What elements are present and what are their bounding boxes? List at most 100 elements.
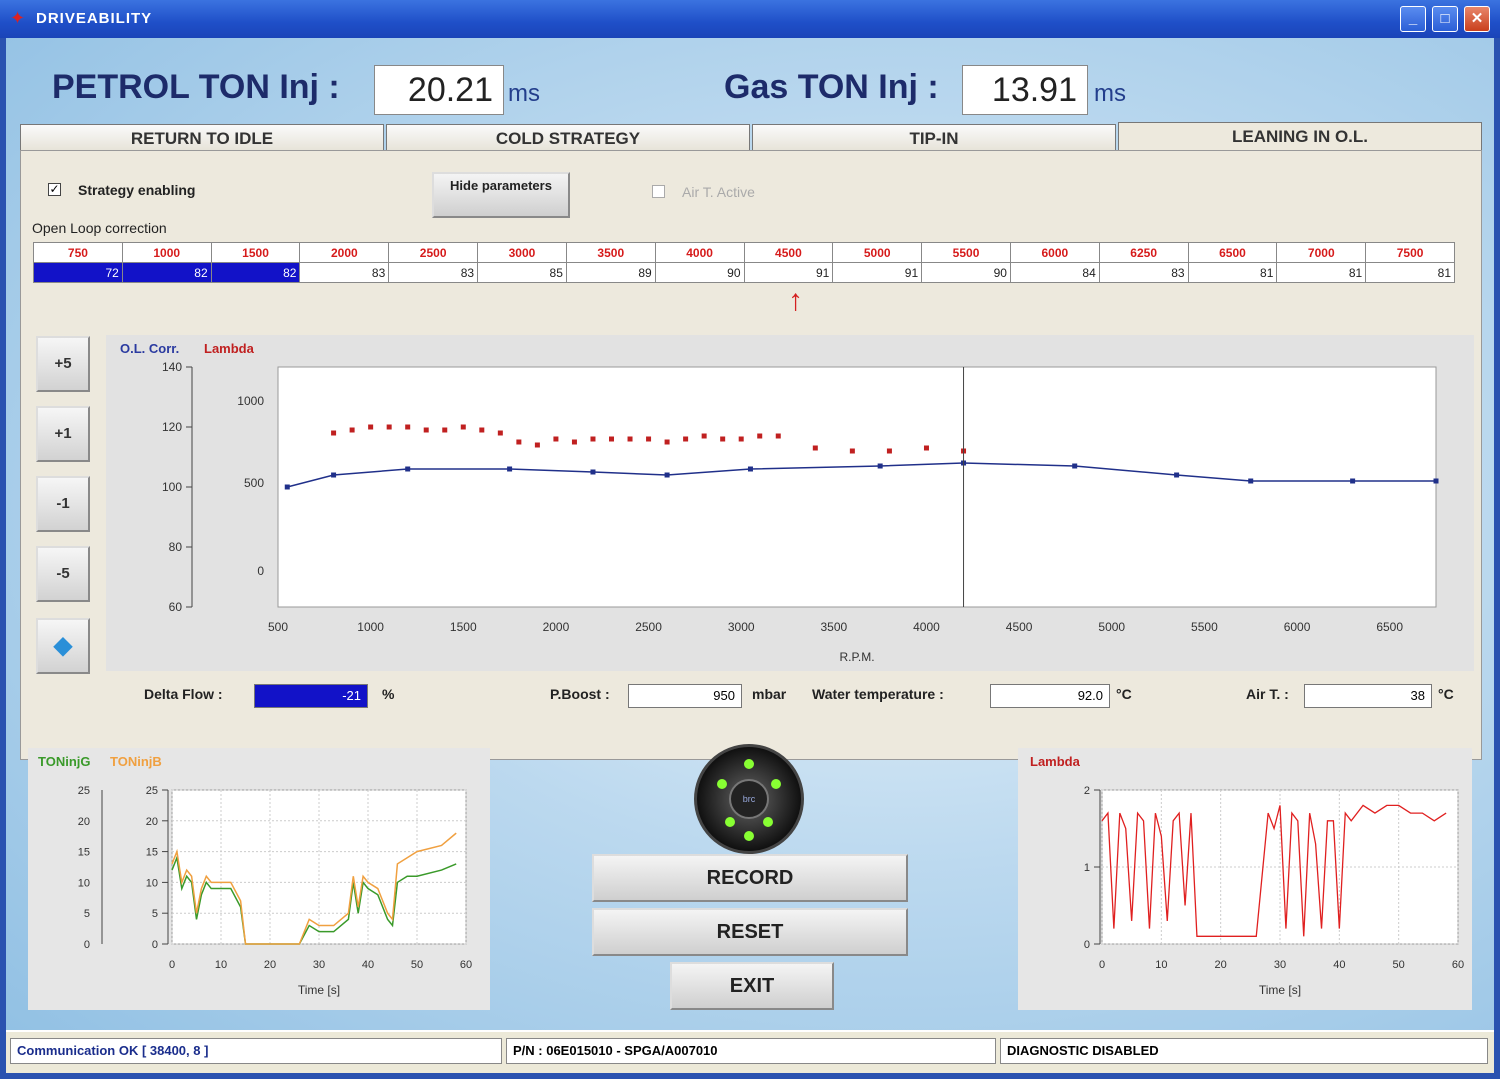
correction-cell[interactable]: 91 bbox=[743, 262, 834, 283]
legend-toninjb: TONinjB bbox=[110, 754, 162, 769]
y-tick-label: 20 bbox=[146, 816, 158, 828]
rpm-header-cell: 4500 bbox=[743, 242, 834, 263]
data-point bbox=[405, 466, 411, 472]
data-point bbox=[284, 484, 290, 490]
water-temp-label: Water temperature : bbox=[812, 686, 944, 702]
data-point bbox=[1174, 472, 1180, 478]
correction-cell[interactable]: 81 bbox=[1365, 262, 1455, 283]
data-point bbox=[757, 433, 763, 439]
status-communication: Communication OK [ 38400, 8 ] bbox=[10, 1038, 502, 1064]
minus1-button[interactable]: -1 bbox=[36, 476, 90, 532]
x-tick-label: 1000 bbox=[357, 620, 384, 634]
plus1-button[interactable]: +1 bbox=[36, 406, 90, 462]
reset-button[interactable]: RESET bbox=[592, 908, 908, 956]
data-point bbox=[747, 466, 753, 472]
inner-y-tick-label: 1000 bbox=[237, 394, 264, 408]
x-tick-label: 50 bbox=[1393, 959, 1405, 971]
inner-y-tick-label: 0 bbox=[257, 564, 264, 578]
data-point bbox=[923, 445, 929, 451]
correction-cell[interactable]: 82 bbox=[210, 262, 301, 283]
rpm-header-cell: 2500 bbox=[388, 242, 479, 263]
exit-button[interactable]: EXIT bbox=[670, 962, 834, 1010]
data-point bbox=[571, 439, 577, 445]
data-point bbox=[775, 433, 781, 439]
x-axis-label: Time [s] bbox=[298, 983, 340, 997]
ton-inj-chart: 0 10 20 30 40 50 600510152025TONinjG TONinjBTim… bbox=[38, 754, 472, 997]
x-tick-label: 10 bbox=[1155, 959, 1167, 971]
air-active-checkbox[interactable] bbox=[652, 185, 665, 198]
x-tick-label: 30 bbox=[313, 959, 325, 971]
status-diagnostic: DIAGNOSTIC DISABLED bbox=[1000, 1038, 1488, 1064]
x-tick-label: 4000 bbox=[913, 620, 940, 634]
correction-cell[interactable]: 91 bbox=[832, 262, 923, 283]
correction-cell[interactable]: 72 bbox=[33, 262, 123, 283]
y-tick-label: 80 bbox=[169, 540, 183, 554]
data-point bbox=[720, 436, 726, 442]
x-axis-label: R.P.M. bbox=[839, 650, 874, 664]
x-tick-label: 40 bbox=[1333, 959, 1345, 971]
x-tick-label: 60 bbox=[1452, 959, 1464, 971]
status-part-number: P/N : 06E015010 - SPGA/A007010 bbox=[506, 1038, 996, 1064]
secondary-y-tick-label: 25 bbox=[78, 785, 90, 797]
correction-cell[interactable]: 83 bbox=[1098, 262, 1189, 283]
main-window: PETROL TON Inj : 20.21 ms Gas TON Inj : … bbox=[6, 38, 1494, 1073]
status-bar: Communication OK [ 38400, 8 ] P/N : 06E0… bbox=[6, 1030, 1494, 1073]
correction-cell[interactable]: 83 bbox=[299, 262, 390, 283]
strategy-enabling-checkbox[interactable]: ✓ bbox=[48, 183, 61, 196]
air-active-label: Air T. Active bbox=[682, 184, 755, 200]
legend-toninjg: TONinjG bbox=[38, 754, 90, 769]
eraser-icon[interactable]: ◆ bbox=[36, 618, 90, 674]
y-tick-label: 0 bbox=[1084, 939, 1090, 951]
correction-cell[interactable]: 81 bbox=[1276, 262, 1367, 283]
x-tick-label: 50 bbox=[411, 959, 423, 971]
data-point bbox=[349, 427, 355, 433]
hide-parameters-button[interactable]: Hide parameters bbox=[432, 172, 570, 218]
data-point bbox=[368, 424, 374, 430]
data-point bbox=[849, 448, 855, 454]
water-temp-value: 92.0 bbox=[990, 684, 1110, 708]
maximize-button[interactable]: □ bbox=[1432, 6, 1458, 32]
secondary-y-tick-label: 0 bbox=[84, 939, 90, 951]
correction-cell[interactable]: 83 bbox=[388, 262, 479, 283]
data-point bbox=[1248, 478, 1254, 484]
app-logo-icon: ✦ bbox=[10, 8, 26, 28]
correction-cell[interactable]: 89 bbox=[565, 262, 656, 283]
y-tick-label: 120 bbox=[162, 420, 182, 434]
air-temp-value: 38 bbox=[1304, 684, 1432, 708]
minimize-button[interactable]: _ bbox=[1400, 6, 1426, 32]
data-point bbox=[534, 442, 540, 448]
correction-cell[interactable]: 84 bbox=[1009, 262, 1100, 283]
pboost-label: P.Boost : bbox=[550, 686, 610, 702]
correction-cell[interactable]: 90 bbox=[921, 262, 1011, 283]
x-tick-label: 10 bbox=[215, 959, 227, 971]
legend-lambda: Lambda bbox=[204, 341, 255, 356]
correction-cell[interactable]: 90 bbox=[654, 262, 745, 283]
delta-flow-label: Delta Flow : bbox=[144, 686, 223, 702]
inner-y-tick-label: 500 bbox=[244, 476, 264, 490]
open-loop-label: Open Loop correction bbox=[32, 220, 167, 236]
plus5-button[interactable]: +5 bbox=[36, 336, 90, 392]
data-point bbox=[627, 436, 633, 442]
plot-area bbox=[277, 366, 1437, 608]
rpm-header-cell: 4000 bbox=[654, 242, 745, 263]
close-button[interactable]: ✕ bbox=[1464, 6, 1490, 32]
data-point bbox=[423, 427, 429, 433]
data-point bbox=[683, 436, 689, 442]
rpm-header-cell: 7000 bbox=[1276, 242, 1367, 263]
data-point bbox=[886, 448, 892, 454]
data-point bbox=[386, 424, 392, 430]
data-point bbox=[331, 472, 337, 478]
data-point bbox=[479, 427, 485, 433]
record-button[interactable]: RECORD bbox=[592, 854, 908, 902]
minus5-button[interactable]: -5 bbox=[36, 546, 90, 602]
legend-ol-corr: O.L. Corr. bbox=[120, 341, 179, 356]
rpm-header-cell: 2000 bbox=[299, 242, 390, 263]
y-tick-label: 1 bbox=[1084, 862, 1090, 874]
correction-cell[interactable]: 82 bbox=[121, 262, 212, 283]
x-tick-label: 30 bbox=[1274, 959, 1286, 971]
petrol-ton-value: 20.21 bbox=[374, 65, 504, 115]
correction-cell[interactable]: 81 bbox=[1187, 262, 1278, 283]
correction-cell[interactable]: 85 bbox=[477, 262, 567, 283]
y-tick-label: 5 bbox=[152, 908, 158, 920]
x-axis-label: Time [s] bbox=[1259, 983, 1301, 997]
